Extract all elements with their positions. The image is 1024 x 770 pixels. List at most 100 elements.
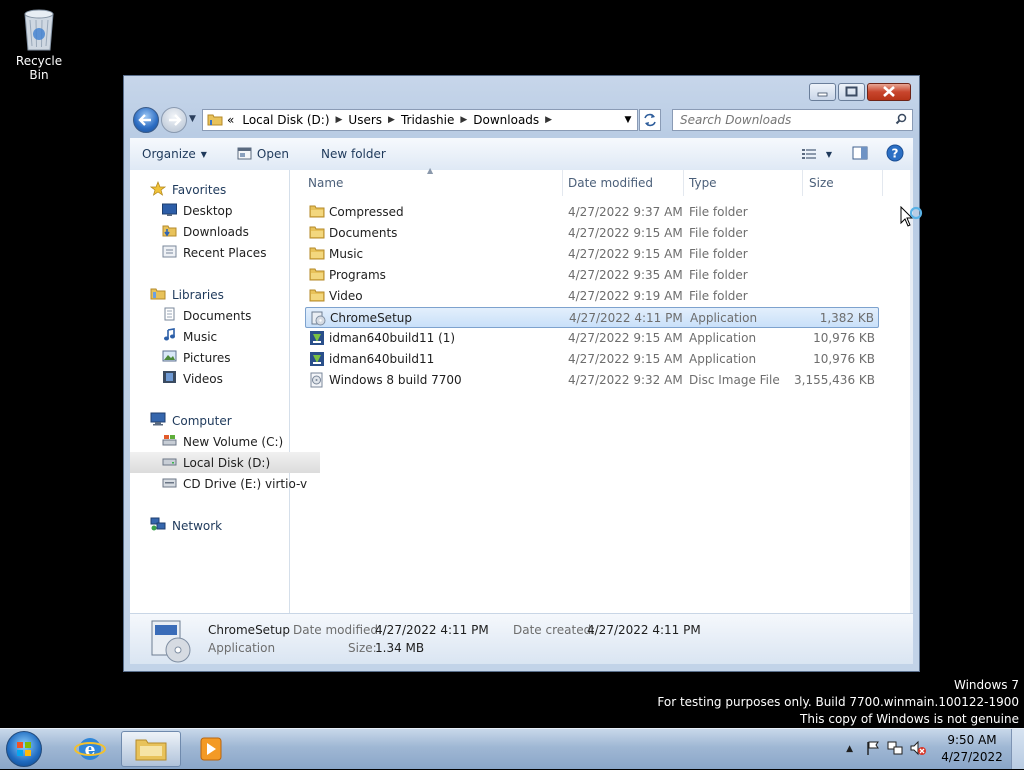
refresh-button[interactable] — [639, 109, 661, 131]
downloads-folder-icon — [162, 223, 177, 240]
taskbar-media-player[interactable] — [183, 731, 239, 767]
preview-pane-button[interactable] — [852, 146, 868, 163]
show-hidden-icons-button[interactable]: ▲ — [846, 744, 853, 754]
scrollbar[interactable] — [910, 170, 913, 613]
nav-lib-videos-label: Videos — [183, 371, 223, 386]
window-controls — [807, 83, 911, 101]
breadcrumb-overflow[interactable]: « — [227, 113, 234, 127]
folder-icon — [309, 246, 325, 263]
new-folder-button[interactable]: New folder — [299, 147, 396, 161]
start-button[interactable] — [6, 731, 42, 767]
taskbar-windows-explorer[interactable] — [121, 731, 181, 767]
arrow-right-icon — [169, 114, 182, 126]
computer-icon — [150, 412, 166, 429]
file-list[interactable]: Name ▲ Date modified Type Size Compresse… — [290, 166, 913, 613]
system-tray: ▲ 9:50 AM 4/27/2022 — [846, 729, 1024, 769]
nav-favorites[interactable]: Favorites — [130, 179, 308, 200]
refresh-icon — [644, 113, 656, 127]
close-button[interactable] — [867, 83, 911, 101]
file-row[interactable]: idman640build11 (1) 4/27/2022 9:15 AM Appl… — [305, 328, 879, 349]
address-dropdown-icon[interactable]: ▼ — [618, 115, 637, 125]
chevron-right-icon[interactable]: ▶ — [336, 115, 343, 125]
nav-computer-label: Computer — [172, 413, 232, 428]
show-desktop-button[interactable] — [1011, 729, 1024, 769]
file-size: 10,976 KB — [813, 352, 875, 366]
chevron-right-icon[interactable]: ▶ — [388, 115, 395, 125]
open-button[interactable]: Open — [217, 146, 299, 163]
breadcrumb-local-disk[interactable]: Local Disk (D:) — [242, 113, 329, 127]
nav-favorites-label: Favorites — [172, 182, 227, 197]
recent-places-icon — [162, 244, 177, 261]
file-row[interactable]: ChromeSetup 4/27/2022 4:11 PM Application 1… — [305, 307, 879, 328]
maximize-button[interactable] — [838, 83, 865, 101]
file-row[interactable]: Documents 4/27/2022 9:15 AM File folder — [305, 223, 879, 244]
organize-label: Organize — [142, 147, 196, 161]
file-row[interactable]: Compressed 4/27/2022 9:37 AM File folder — [305, 202, 879, 223]
file-date-modified: 4/27/2022 9:15 AM — [568, 331, 683, 345]
details-pane: ChromeSetup Application Date modified: 4… — [130, 614, 913, 664]
taskbar-internet-explorer[interactable]: e — [62, 731, 118, 767]
file-row[interactable]: Programs 4/27/2022 9:35 AM File folder — [305, 265, 879, 286]
column-header-date[interactable]: Date modified — [563, 170, 684, 196]
pictures-icon — [162, 349, 177, 366]
network-tray-icon[interactable] — [887, 740, 903, 759]
breadcrumb-downloads[interactable]: Downloads — [473, 113, 539, 127]
column-header-name[interactable]: Name ▲ — [290, 166, 563, 196]
change-view-button[interactable]: ▼ — [801, 148, 832, 160]
column-header-size[interactable]: Size — [803, 170, 883, 196]
clock-time: 9:50 AM — [947, 733, 997, 747]
help-button[interactable]: ? — [886, 144, 904, 165]
recycle-bin-desktop-icon[interactable]: Recycle Bin — [6, 6, 72, 82]
breadcrumb-users[interactable]: Users — [348, 113, 382, 127]
busy-cursor-icon — [900, 205, 924, 235]
sort-up-icon: ▲ — [427, 166, 434, 175]
folder-icon — [309, 225, 325, 242]
videos-icon — [162, 370, 177, 387]
open-label: Open — [256, 147, 289, 161]
chevron-right-icon[interactable]: ▶ — [460, 115, 467, 125]
search-input[interactable] — [673, 112, 895, 128]
search-icon[interactable] — [895, 113, 907, 128]
file-type: Disc Image File — [689, 373, 780, 387]
column-header-type[interactable]: Type — [684, 170, 803, 196]
file-type: Application — [690, 311, 758, 325]
file-type: File folder — [689, 247, 748, 261]
nav-computer[interactable]: Computer — [130, 410, 308, 431]
search-box[interactable] — [672, 109, 913, 131]
svg-text:?: ? — [892, 146, 899, 160]
minimize-button[interactable] — [809, 83, 836, 101]
file-row[interactable]: Video 4/27/2022 9:19 AM File folder — [305, 286, 879, 307]
file-row[interactable]: Music 4/27/2022 9:15 AM File folder — [305, 244, 879, 265]
address-bar[interactable]: « Local Disk (D:) ▶ Users ▶ Tridashie ▶ … — [202, 109, 638, 131]
forward-button[interactable] — [161, 107, 187, 133]
nav-lib-music-label: Music — [183, 329, 218, 344]
chevron-right-icon[interactable]: ▶ — [545, 115, 552, 125]
nav-drive-c-label: New Volume (C:) — [183, 434, 284, 449]
chevron-down-icon[interactable]: ▼ — [826, 150, 832, 159]
back-button[interactable] — [133, 107, 159, 133]
recent-pages-dropdown[interactable]: ▼ — [189, 114, 196, 124]
file-name: Documents — [329, 226, 398, 240]
idm-app-icon — [309, 330, 325, 349]
file-date-modified: 4/27/2022 9:15 AM — [568, 352, 683, 366]
volume-muted-icon[interactable] — [909, 740, 927, 759]
nav-desktop-label: Desktop — [183, 203, 233, 218]
details-size-value: 1.34 MB — [375, 641, 425, 655]
file-name: Compressed — [329, 205, 404, 219]
organize-button[interactable]: Organize ▼ — [130, 147, 217, 161]
action-center-flag-icon[interactable] — [865, 740, 881, 759]
view-list-icon — [801, 149, 816, 159]
file-row[interactable]: Windows 8 build 7700 4/27/2022 9:32 AM Dis… — [305, 370, 879, 391]
nav-network[interactable]: Network — [130, 515, 308, 536]
recycle-bin-label: Recycle Bin — [15, 54, 63, 82]
clock[interactable]: 9:50 AM 4/27/2022 — [933, 732, 1011, 766]
file-date-modified: 4/27/2022 9:37 AM — [568, 205, 683, 219]
content-area: Favorites Desktop Downloads Recent Place… — [130, 166, 913, 614]
nav-libraries[interactable]: Libraries — [130, 284, 308, 305]
installer-large-icon — [148, 618, 194, 667]
explorer-folder-icon — [135, 739, 167, 761]
breadcrumb-tridashie[interactable]: Tridashie — [401, 113, 454, 127]
file-row[interactable]: idman640build11 4/27/2022 9:15 AM Applicat… — [305, 349, 879, 370]
file-type: Application — [689, 331, 757, 345]
explorer-window[interactable]: ▼ « Local Disk (D:) ▶ Users ▶ Tridashie … — [123, 75, 920, 672]
